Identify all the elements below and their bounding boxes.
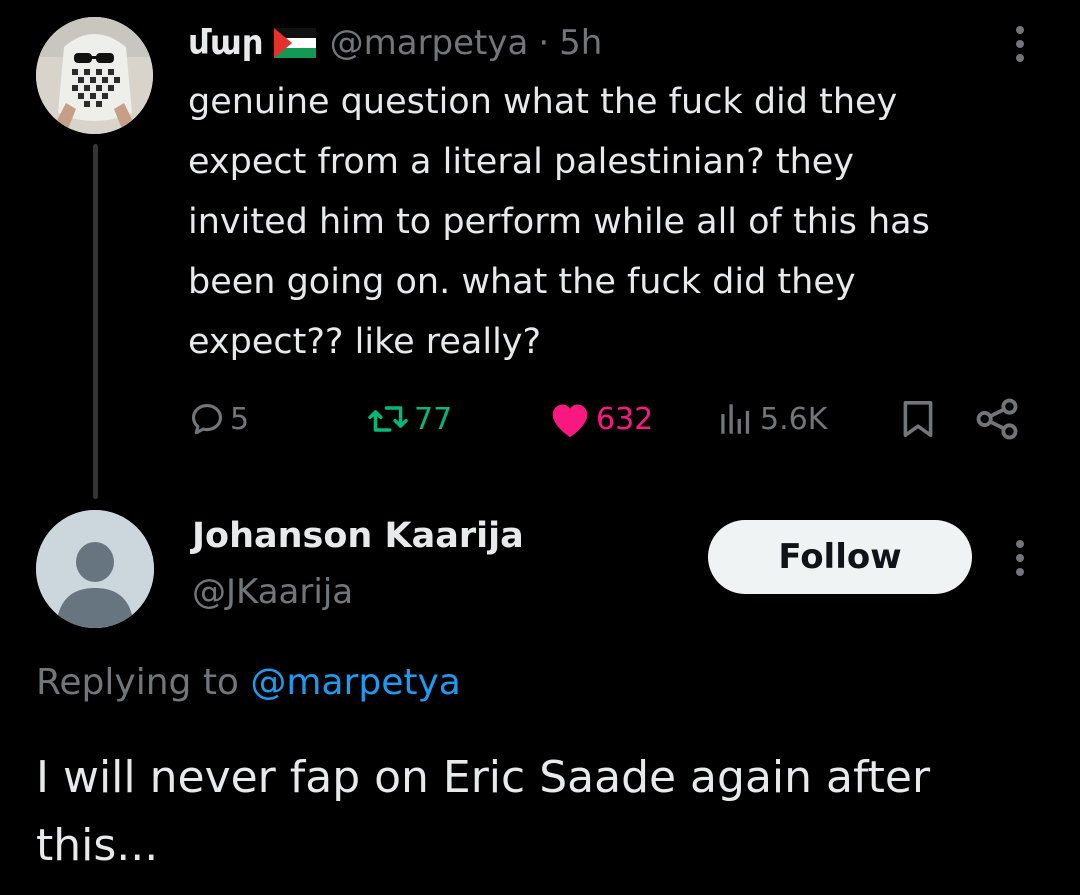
share-icon bbox=[976, 398, 1018, 440]
like-count: 632 bbox=[596, 401, 654, 437]
retweet-icon bbox=[368, 406, 408, 432]
views-button[interactable]: 5.6K bbox=[716, 396, 827, 442]
display-name[interactable]: Johanson Kaarija bbox=[192, 516, 524, 556]
mention-link[interactable]: @marpetya bbox=[250, 662, 460, 703]
tweet-text: I will never fap on Eric Saade again aft… bbox=[36, 752, 931, 871]
tweet-header: մար @marpetya · 5h bbox=[188, 18, 602, 68]
separator-dot: · bbox=[538, 23, 550, 63]
more-options-icon[interactable] bbox=[1012, 24, 1028, 64]
display-name[interactable]: մար bbox=[188, 23, 264, 63]
reply-button[interactable]: 5 bbox=[188, 396, 249, 442]
user-handle[interactable]: @JKaarija bbox=[192, 572, 353, 612]
user-handle[interactable]: @marpetya bbox=[330, 23, 529, 63]
replying-to-line: Replying to @marpetya bbox=[36, 662, 461, 703]
analytics-icon bbox=[721, 404, 750, 434]
like-button[interactable]: 632 bbox=[548, 396, 653, 442]
reply-icon bbox=[191, 403, 223, 435]
tweet-text: genuine question what the fuck did they … bbox=[188, 82, 930, 362]
view-count: 5.6K bbox=[760, 401, 828, 437]
thread-connector-line bbox=[93, 144, 98, 499]
palestine-flag-icon bbox=[273, 28, 316, 58]
retweet-count: 77 bbox=[414, 401, 453, 437]
heart-icon bbox=[552, 404, 588, 438]
timestamp[interactable]: 5h bbox=[559, 23, 602, 63]
share-button[interactable] bbox=[975, 396, 1021, 442]
avatar[interactable] bbox=[36, 17, 153, 134]
avatar-photo bbox=[36, 17, 153, 134]
more-options-icon[interactable] bbox=[1012, 538, 1028, 578]
bookmark-button[interactable] bbox=[900, 396, 936, 442]
avatar[interactable] bbox=[36, 510, 154, 628]
retweet-button[interactable]: 77 bbox=[366, 396, 452, 442]
follow-button[interactable]: Follow bbox=[708, 520, 972, 594]
default-avatar-icon bbox=[36, 510, 154, 628]
reply-count: 5 bbox=[230, 401, 250, 437]
replying-to-label: Replying to bbox=[36, 662, 251, 703]
bookmark-icon bbox=[903, 401, 933, 437]
